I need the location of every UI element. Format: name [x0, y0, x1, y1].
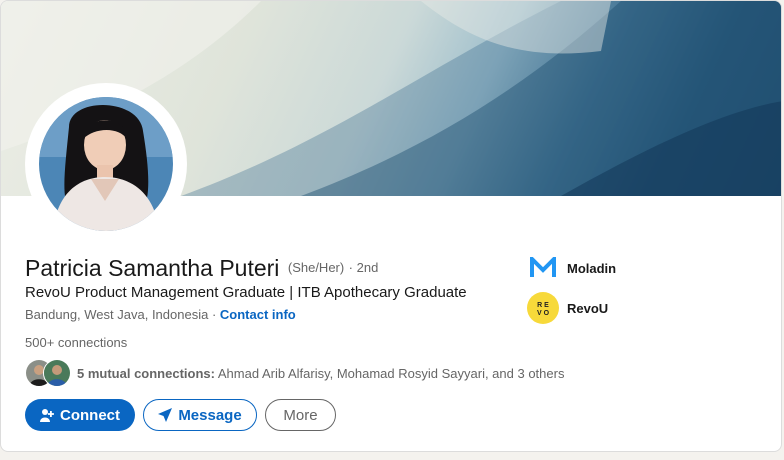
name-row: Patricia Samantha Puteri (She/Her) · 2nd [25, 255, 378, 282]
message-label: Message [178, 406, 242, 424]
more-label: More [283, 406, 318, 424]
org-moladin[interactable]: Moladin [527, 252, 616, 284]
mutual-avatar [43, 359, 71, 387]
add-person-icon [40, 408, 54, 422]
contact-info-link[interactable]: Contact info [220, 307, 296, 322]
svg-text:V O: V O [537, 310, 550, 317]
org-name-revou: RevoU [567, 300, 609, 316]
location-row: Bandung, West Java, Indonesia · Contact … [25, 307, 296, 322]
connection-degree: · 2nd [348, 260, 379, 275]
mutual-names: Ahmad Arib Alfarisy, Mohamad Rosyid Sayy… [214, 366, 565, 381]
mutual-avatars [25, 359, 71, 387]
connect-label: Connect [60, 406, 120, 424]
org-name-moladin: Moladin [567, 260, 617, 276]
moladin-logo-icon [527, 252, 559, 284]
connections-count[interactable]: 500+ connections [25, 335, 127, 350]
svg-text:R E: R E [537, 302, 549, 309]
pronouns: (She/Her) [287, 260, 345, 275]
profile-card: Patricia Samantha Puteri (She/Her) · 2nd… [0, 0, 782, 452]
mutual-connections-text: 5 mutual connections: Ahmad Arib Alfaris… [77, 366, 564, 381]
profile-avatar[interactable] [39, 97, 173, 231]
profile-headline: RevoU Product Management Graduate | ITB … [25, 284, 467, 301]
org-revou[interactable]: R EV O RevoU [527, 292, 608, 324]
connect-button[interactable]: Connect [25, 399, 135, 431]
location-separator: · [208, 307, 220, 322]
profile-location: Bandung, West Java, Indonesia [25, 307, 209, 322]
revou-logo-icon: R EV O [527, 292, 559, 324]
profile-name: Patricia Samantha Puteri [25, 255, 280, 281]
send-icon [158, 408, 173, 422]
message-button[interactable]: Message [143, 399, 257, 431]
more-button[interactable]: More [265, 399, 336, 431]
mutual-count: 5 mutual connections: [77, 366, 215, 381]
